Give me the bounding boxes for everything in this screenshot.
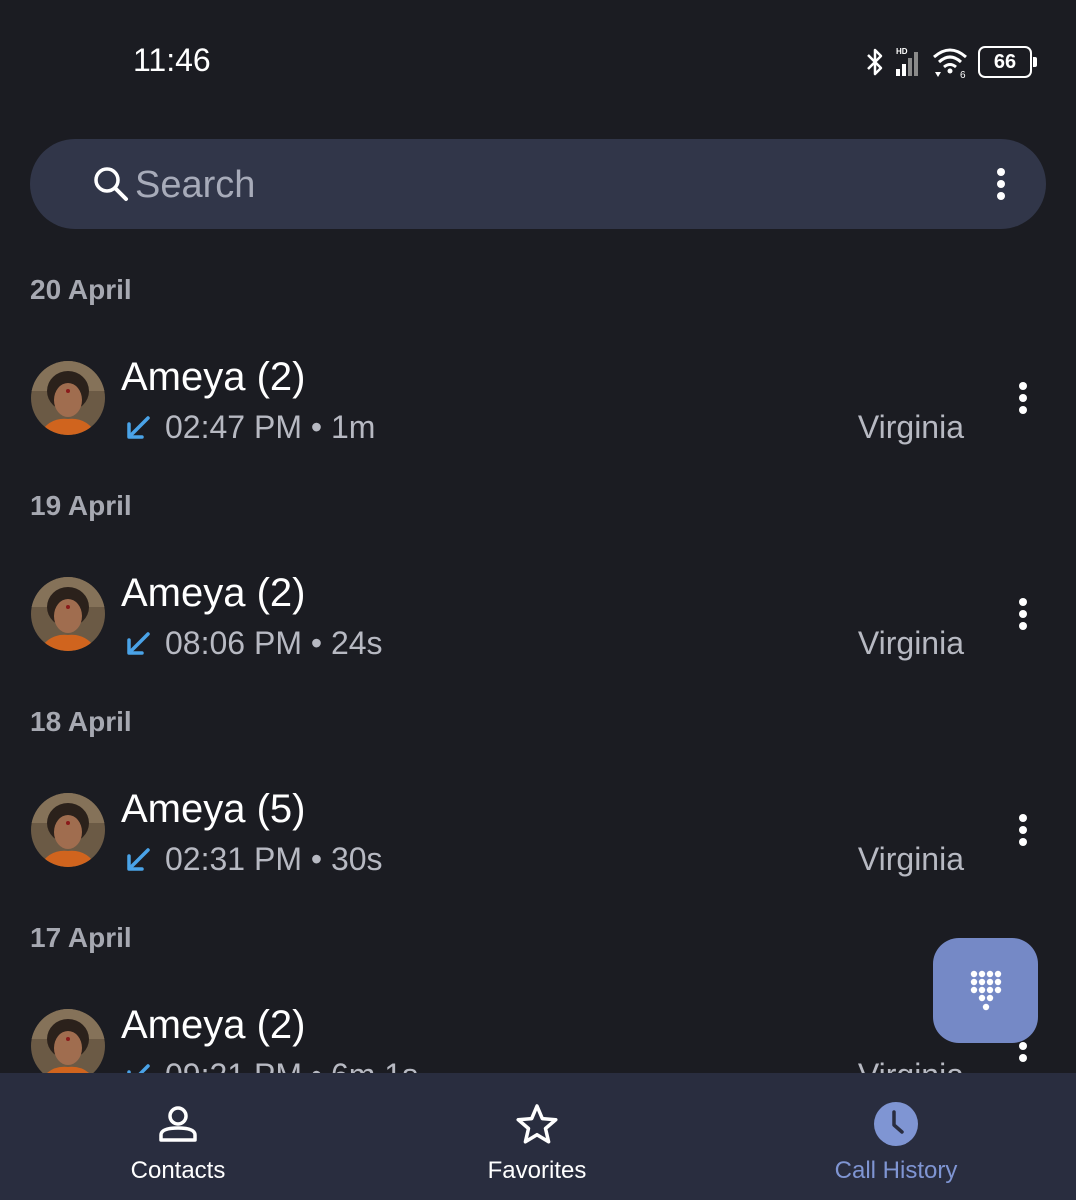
status-icons: HD 6 66: [864, 44, 1037, 80]
nav-call-history[interactable]: Call History: [776, 1073, 1016, 1200]
svg-text:HD: HD: [896, 47, 908, 56]
dialpad-icon: [970, 970, 1001, 1010]
more-vert-icon[interactable]: [1016, 381, 1030, 415]
call-time-duration: 02:31 PM • 30s: [165, 841, 383, 877]
call-history-list[interactable]: 20 April Ameya (2) 02:47 PM • 1m Virgini…: [0, 256, 1076, 1073]
date-header: 19 April: [30, 490, 132, 521]
person-icon: [159, 1106, 197, 1142]
date-header: 20 April: [30, 274, 132, 305]
nav-favorites[interactable]: Favorites: [417, 1073, 657, 1200]
star-icon: [516, 1104, 558, 1144]
call-location: Virginia: [857, 841, 964, 877]
more-vert-icon[interactable]: [996, 167, 1006, 201]
incoming-call-icon: [127, 416, 150, 439]
call-time-duration: 09:21 PM • 6m 1s: [165, 1057, 418, 1073]
nav-label: Contacts: [130, 1157, 226, 1184]
search-input[interactable]: [135, 163, 915, 207]
call-row[interactable]: Ameya (5) 02:31 PM • 30s Virginia: [0, 773, 1076, 893]
bluetooth-icon: [867, 48, 883, 76]
call-time-duration: 02:47 PM • 1m: [165, 409, 376, 445]
call-location: Virginia: [857, 409, 964, 445]
nav-label: Call History: [834, 1157, 958, 1184]
avatar[interactable]: [31, 1009, 105, 1073]
status-bar: 11:46 HD 6 66: [0, 0, 1076, 110]
call-time-duration: 08:06 PM • 24s: [165, 625, 383, 661]
more-vert-icon[interactable]: [1016, 813, 1030, 847]
incoming-call-icon: [127, 848, 150, 871]
signal-icon: HD: [896, 47, 918, 76]
avatar[interactable]: [31, 793, 105, 867]
more-vert-icon[interactable]: [1016, 597, 1030, 631]
call-row[interactable]: Ameya (2) 08:06 PM • 24s Virginia: [0, 557, 1076, 677]
contact-name: Ameya (5): [121, 787, 306, 831]
nav-contacts[interactable]: Contacts: [58, 1073, 298, 1200]
search-bar[interactable]: [30, 139, 1046, 229]
status-time: 11:46: [133, 42, 211, 78]
avatar[interactable]: [31, 577, 105, 651]
incoming-call-icon: [127, 1064, 150, 1073]
date-header: 17 April: [30, 922, 132, 953]
bottom-nav: Contacts Favorites Call History: [0, 1073, 1076, 1200]
contact-name: Ameya (2): [121, 571, 306, 615]
incoming-call-icon: [127, 632, 150, 655]
nav-label: Favorites: [487, 1157, 587, 1184]
avatar[interactable]: [31, 361, 105, 435]
contact-name: Ameya (2): [121, 355, 306, 399]
battery-icon: 66: [978, 46, 1037, 78]
contact-name: Ameya (2): [121, 1003, 306, 1047]
search-icon: [94, 167, 128, 201]
battery-level: 66: [993, 50, 1017, 73]
call-row[interactable]: Ameya (2) 02:47 PM • 1m Virginia: [0, 341, 1076, 461]
date-header: 18 April: [30, 706, 132, 737]
call-location: Virginia: [858, 1057, 964, 1073]
call-location: Virginia: [857, 625, 964, 661]
call-row[interactable]: Ameya (2) 09:21 PM • 6m 1s Virginia: [0, 989, 1076, 1073]
clock-icon: [874, 1102, 918, 1146]
svg-text:6: 6: [960, 70, 966, 78]
wifi-icon: 6: [933, 48, 967, 78]
dialpad-button[interactable]: [933, 938, 1038, 1043]
